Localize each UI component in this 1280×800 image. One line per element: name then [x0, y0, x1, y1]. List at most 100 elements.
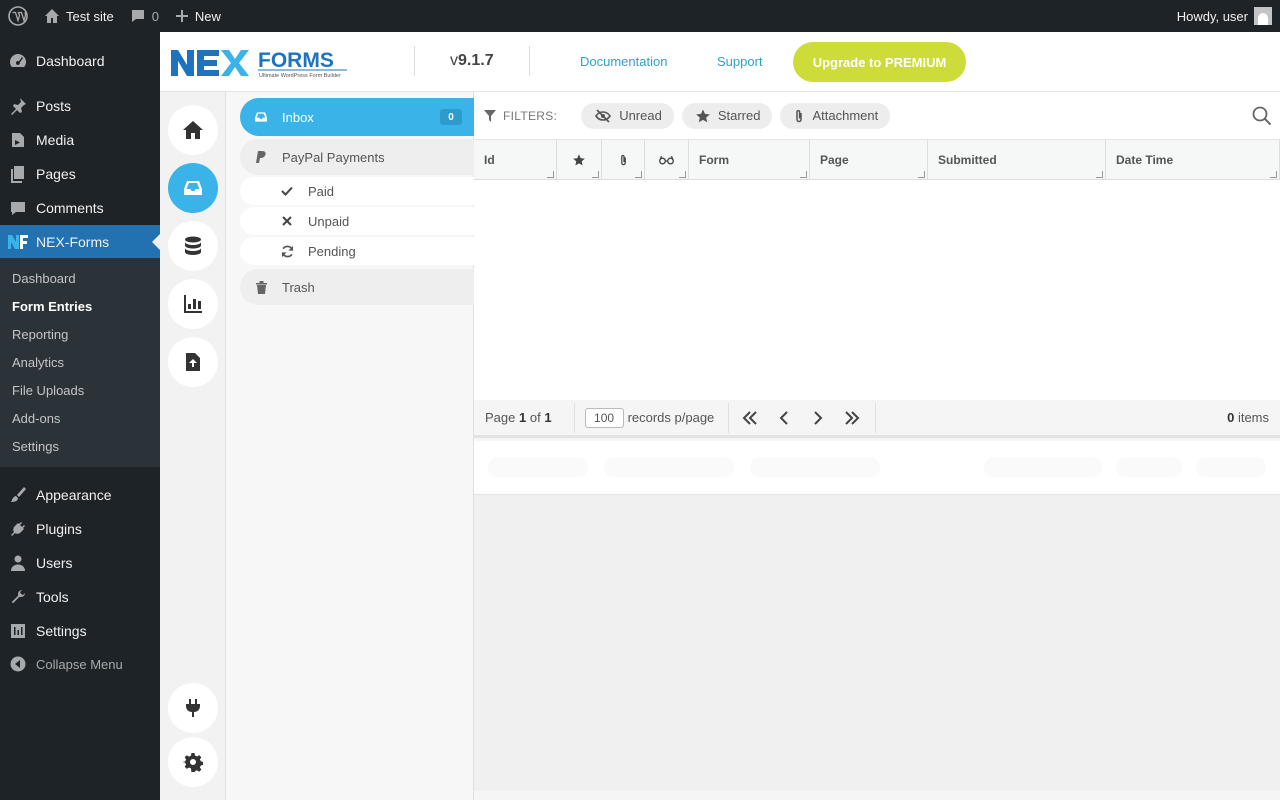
double-chevron-right-icon [845, 410, 860, 425]
collapse-menu-button[interactable]: Collapse Menu [0, 647, 160, 681]
menu-posts-label: Posts [36, 98, 72, 114]
media-icon [0, 131, 36, 149]
first-page-button[interactable] [733, 410, 767, 425]
placeholder-bar [1116, 457, 1182, 477]
pushpin-icon [0, 97, 36, 115]
folder-trash[interactable]: Trash [240, 269, 474, 305]
folder-paid[interactable]: Paid [240, 177, 474, 205]
rail-file-uploads-button[interactable] [168, 337, 218, 387]
menu-tools[interactable]: Tools [0, 580, 160, 614]
menu-comments[interactable]: Comments [0, 191, 160, 225]
users-icon [0, 554, 36, 572]
filters-label: FILTERS: [484, 109, 557, 123]
filter-unread-button[interactable]: Unread [581, 102, 674, 129]
documentation-link[interactable]: Documentation [580, 54, 667, 69]
rail-settings-button[interactable] [168, 737, 218, 787]
previous-page-button[interactable] [767, 410, 801, 425]
home-icon [183, 121, 203, 139]
menu-posts[interactable]: Posts [0, 89, 160, 123]
submenu-file-uploads[interactable]: File Uploads [0, 377, 160, 405]
search-button[interactable] [1252, 106, 1272, 129]
inbox-icon [252, 111, 270, 123]
folder-unpaid[interactable]: Unpaid [240, 207, 474, 235]
close-icon [278, 216, 296, 226]
wordpress-logo-icon[interactable] [0, 0, 36, 32]
submenu-add-ons[interactable]: Add-ons [0, 405, 160, 433]
submenu-form-entries[interactable]: Form Entries [0, 293, 160, 321]
support-link[interactable]: Support [717, 54, 763, 69]
placeholder-bar [750, 457, 880, 477]
header-divider [529, 46, 530, 76]
settings-sliders-icon [0, 622, 36, 640]
nex-icon-rail [160, 92, 226, 800]
version-label: v9.1.7 [450, 52, 494, 69]
next-page-button[interactable] [801, 410, 835, 425]
menu-plugins[interactable]: Plugins [0, 512, 160, 546]
filter-unread-label: Unread [619, 108, 662, 123]
database-icon [185, 236, 201, 255]
nex-forms-header: FORMS Ultimate WordPress Form Builder v9… [160, 32, 1280, 92]
menu-appearance[interactable]: Appearance [0, 478, 160, 512]
nex-forms-logo[interactable]: FORMS Ultimate WordPress Form Builder [171, 47, 351, 79]
nex-forms-submenu: Dashboard Form Entries Reporting Analyti… [0, 258, 160, 467]
comment-bubble-icon [131, 10, 144, 22]
entries-table-header: Id Form Page Submitted Date Time [474, 140, 1280, 180]
last-page-button[interactable] [835, 410, 869, 425]
new-content-link[interactable]: New [167, 0, 229, 32]
menu-users[interactable]: Users [0, 546, 160, 580]
folder-paypal-label: PayPal Payments [282, 149, 385, 165]
file-upload-icon [186, 353, 200, 371]
comments-count: 0 [151, 8, 159, 24]
paintbrush-icon [0, 486, 36, 504]
plug-icon [186, 699, 200, 717]
collapse-menu-label: Collapse Menu [36, 656, 123, 672]
column-page[interactable]: Page [810, 140, 928, 180]
checkmark-icon [278, 186, 296, 196]
column-starred[interactable] [557, 140, 602, 180]
paperclip-icon [796, 109, 803, 122]
filter-starred-button[interactable]: Starred [681, 102, 773, 129]
menu-plugins-label: Plugins [36, 521, 82, 537]
menu-settings[interactable]: Settings [0, 614, 160, 648]
column-attachment[interactable] [602, 140, 645, 180]
my-account[interactable]: Howdy, user [1177, 7, 1280, 25]
submenu-reporting[interactable]: Reporting [0, 321, 160, 349]
column-form[interactable]: Form [689, 140, 810, 180]
inbox-icon [184, 181, 202, 195]
records-per-page-input[interactable]: 100 [584, 407, 624, 428]
menu-nex-forms-label: NEX-Forms [36, 234, 110, 250]
menu-nex-forms[interactable]: NEX-Forms [0, 225, 160, 259]
menu-settings-label: Settings [36, 623, 87, 639]
rail-add-ons-button[interactable] [168, 683, 218, 733]
avatar [1254, 7, 1272, 25]
folder-paid-label: Paid [308, 183, 335, 199]
comments-link[interactable]: 0 [122, 0, 167, 32]
submenu-settings[interactable]: Settings [0, 433, 160, 461]
rail-reporting-button[interactable] [168, 279, 218, 329]
rail-inbox-button[interactable] [168, 163, 218, 213]
menu-pages[interactable]: Pages [0, 157, 160, 191]
site-name-link[interactable]: Test site [36, 0, 122, 32]
paypal-icon [252, 151, 270, 163]
submenu-analytics[interactable]: Analytics [0, 349, 160, 377]
filter-starred-label: Starred [717, 108, 761, 123]
placeholder-bar [1196, 457, 1266, 477]
rail-database-button[interactable] [168, 221, 218, 271]
records-per-page-label: records p/page [627, 410, 715, 425]
menu-media[interactable]: Media [0, 123, 160, 157]
column-viewed[interactable] [645, 140, 689, 180]
column-id[interactable]: Id [474, 140, 557, 180]
folder-paypal-payments[interactable]: PayPal Payments [240, 139, 474, 175]
plus-icon [175, 10, 188, 22]
upgrade-premium-button[interactable]: Upgrade to PREMIUM [793, 42, 966, 82]
trash-icon [252, 280, 270, 294]
column-submitted[interactable]: Submitted [928, 140, 1106, 180]
column-date-time[interactable]: Date Time [1106, 140, 1280, 180]
menu-dashboard[interactable]: Dashboard [0, 44, 160, 78]
folder-pending[interactable]: Pending [240, 237, 474, 265]
submenu-dashboard[interactable]: Dashboard [0, 265, 160, 293]
filter-attachment-button[interactable]: Attachment [780, 102, 891, 129]
rail-home-button[interactable] [168, 105, 218, 155]
plugins-icon [0, 520, 36, 538]
folder-inbox[interactable]: Inbox 0 [240, 98, 474, 136]
